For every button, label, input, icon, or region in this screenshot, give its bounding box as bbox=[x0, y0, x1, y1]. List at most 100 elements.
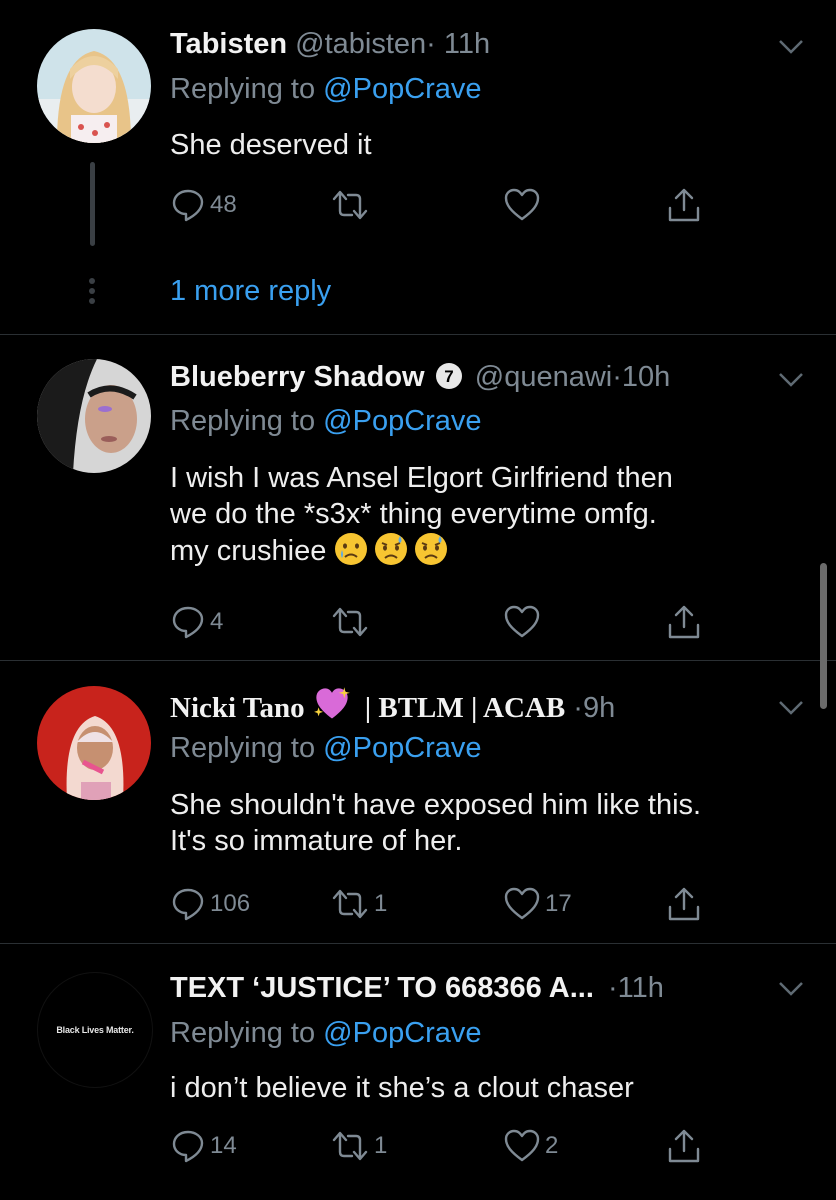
heart-icon bbox=[504, 887, 540, 920]
badge-number: 7 bbox=[444, 367, 453, 386]
retweet-icon bbox=[332, 889, 368, 919]
mention-link[interactable]: @PopCrave bbox=[323, 405, 481, 437]
retweet-count: 1 bbox=[374, 890, 388, 917]
timestamp[interactable]: 10h bbox=[622, 361, 670, 393]
mention-link[interactable]: @PopCrave bbox=[323, 732, 481, 764]
scrollbar[interactable] bbox=[820, 563, 827, 709]
action-bar: 48 bbox=[170, 185, 730, 225]
badge-icon: 7 bbox=[435, 363, 462, 389]
like-button[interactable] bbox=[503, 602, 545, 642]
thread-connector bbox=[90, 162, 95, 246]
disappointed-relieved-face-icon bbox=[375, 533, 408, 565]
reply-count: 48 bbox=[210, 191, 237, 218]
display-name[interactable]: Blueberry Shadow bbox=[170, 361, 425, 393]
more-replies-link[interactable]: 1 more reply bbox=[170, 273, 331, 309]
like-button[interactable] bbox=[503, 185, 545, 225]
tweet-1[interactable]: Tabisten @tabisten· 11h Replying to @Pop… bbox=[0, 0, 836, 334]
avatar-photo-icon bbox=[37, 359, 151, 473]
heart-icon bbox=[504, 605, 540, 638]
reply-button[interactable]: 4 bbox=[170, 602, 223, 642]
like-count: 17 bbox=[545, 890, 572, 917]
heart-icon bbox=[504, 188, 540, 221]
reply-count: 4 bbox=[210, 608, 224, 635]
tweet-text: She shouldn't have exposed him like this… bbox=[170, 787, 810, 859]
like-button[interactable]: 17 bbox=[503, 884, 572, 924]
retweet-icon bbox=[332, 607, 368, 637]
tweet-4[interactable]: Black Lives Matter. TEXT ‘JUSTICE’ TO 66… bbox=[0, 944, 836, 1200]
replying-to-label: Replying to bbox=[170, 732, 324, 764]
handle[interactable]: @tabisten bbox=[295, 28, 426, 60]
share-button[interactable] bbox=[666, 1126, 702, 1166]
replying-to-label: Replying to bbox=[170, 73, 324, 105]
share-icon bbox=[668, 605, 700, 639]
thread-dots-icon bbox=[89, 278, 95, 308]
reply-button[interactable]: 48 bbox=[170, 185, 237, 225]
reply-icon bbox=[172, 888, 204, 921]
tweet-text-line: we do the *s3x* thing everytime omfg. bbox=[170, 498, 657, 530]
share-button[interactable] bbox=[666, 884, 702, 924]
timestamp[interactable]: 9h bbox=[583, 692, 615, 724]
avatar[interactable]: Black Lives Matter. bbox=[37, 972, 153, 1088]
mention-link[interactable]: @PopCrave bbox=[323, 1017, 481, 1049]
share-icon bbox=[668, 887, 700, 921]
separator-dot: · bbox=[573, 692, 583, 724]
separator-dot: · bbox=[607, 972, 618, 1004]
chevron-down-icon[interactable] bbox=[778, 38, 804, 56]
avatar[interactable] bbox=[37, 359, 151, 473]
tweet-text-line: She shouldn't have exposed him like this… bbox=[170, 789, 702, 821]
retweet-icon bbox=[332, 1131, 368, 1161]
avatar-photo-icon bbox=[37, 29, 151, 143]
reply-icon bbox=[172, 606, 204, 639]
tweet-2[interactable]: Blueberry Shadow 7 @quenawi·10h Replying… bbox=[0, 335, 836, 660]
like-button[interactable]: 2 bbox=[503, 1126, 558, 1166]
share-button[interactable] bbox=[666, 602, 702, 642]
retweet-button[interactable]: 1 bbox=[330, 884, 387, 924]
retweet-button[interactable] bbox=[330, 185, 374, 225]
timestamp[interactable]: 11h bbox=[444, 28, 490, 60]
replying-to: Replying to @PopCrave bbox=[170, 1015, 482, 1051]
share-button[interactable] bbox=[666, 185, 702, 225]
retweet-button[interactable]: 1 bbox=[330, 1126, 387, 1166]
tweet-text: i don’t believe it she’s a clout chaser bbox=[170, 1072, 634, 1104]
reply-button[interactable]: 106 bbox=[170, 884, 250, 924]
disappointed-relieved-face-icon bbox=[415, 533, 448, 565]
chevron-down-icon[interactable] bbox=[778, 699, 804, 717]
tweet-text-line: It's so immature of her. bbox=[170, 825, 463, 857]
share-icon bbox=[668, 1129, 700, 1163]
action-bar: 4 bbox=[170, 602, 730, 642]
retweet-button[interactable] bbox=[330, 602, 374, 642]
tweet-text: She deserved it bbox=[170, 129, 372, 161]
display-name-suffix[interactable]: | BTLM | ACAB bbox=[365, 692, 566, 724]
mention-link[interactable]: @PopCrave bbox=[323, 73, 481, 105]
display-name[interactable]: Nicki Tano bbox=[170, 692, 305, 724]
avatar[interactable] bbox=[37, 29, 151, 143]
reply-count: 106 bbox=[210, 890, 251, 917]
heart-icon bbox=[504, 1129, 540, 1162]
tweet-text: I wish I was Ansel Elgort Girlfriend the… bbox=[170, 460, 810, 569]
sparkling-heart-icon bbox=[313, 687, 350, 719]
handle[interactable]: @quenawi bbox=[475, 361, 612, 393]
tweet-text-line: I wish I was Ansel Elgort Girlfriend the… bbox=[170, 462, 673, 494]
retweet-icon bbox=[332, 190, 368, 220]
replying-to-label: Replying to bbox=[170, 405, 324, 437]
display-name[interactable]: TEXT ‘JUSTICE’ TO 668366 A... bbox=[170, 972, 594, 1004]
avatar-photo-icon bbox=[37, 686, 151, 800]
replying-to: Replying to @PopCrave bbox=[170, 71, 482, 107]
timestamp[interactable]: 11h bbox=[618, 972, 664, 1004]
sad-relieved-face-icon bbox=[335, 533, 368, 565]
tweet-text-line: my crushiee bbox=[170, 535, 327, 567]
display-name[interactable]: Tabisten bbox=[170, 28, 287, 60]
replying-to: Replying to @PopCrave bbox=[170, 403, 482, 439]
retweet-count: 1 bbox=[374, 1132, 388, 1159]
action-bar: 14 1 2 bbox=[170, 1126, 730, 1166]
reply-icon bbox=[172, 1130, 204, 1163]
chevron-down-icon[interactable] bbox=[778, 980, 804, 998]
action-bar: 106 1 17 bbox=[170, 884, 730, 924]
share-icon bbox=[668, 188, 700, 222]
avatar-text: Black Lives Matter. bbox=[56, 1025, 134, 1035]
chevron-down-icon[interactable] bbox=[778, 371, 804, 389]
reply-button[interactable]: 14 bbox=[170, 1126, 237, 1166]
separator-dot: · bbox=[426, 28, 436, 60]
avatar[interactable] bbox=[37, 686, 151, 800]
tweet-3[interactable]: Nicki Tano | BTLM | ACAB ·9h Replying to… bbox=[0, 661, 836, 943]
